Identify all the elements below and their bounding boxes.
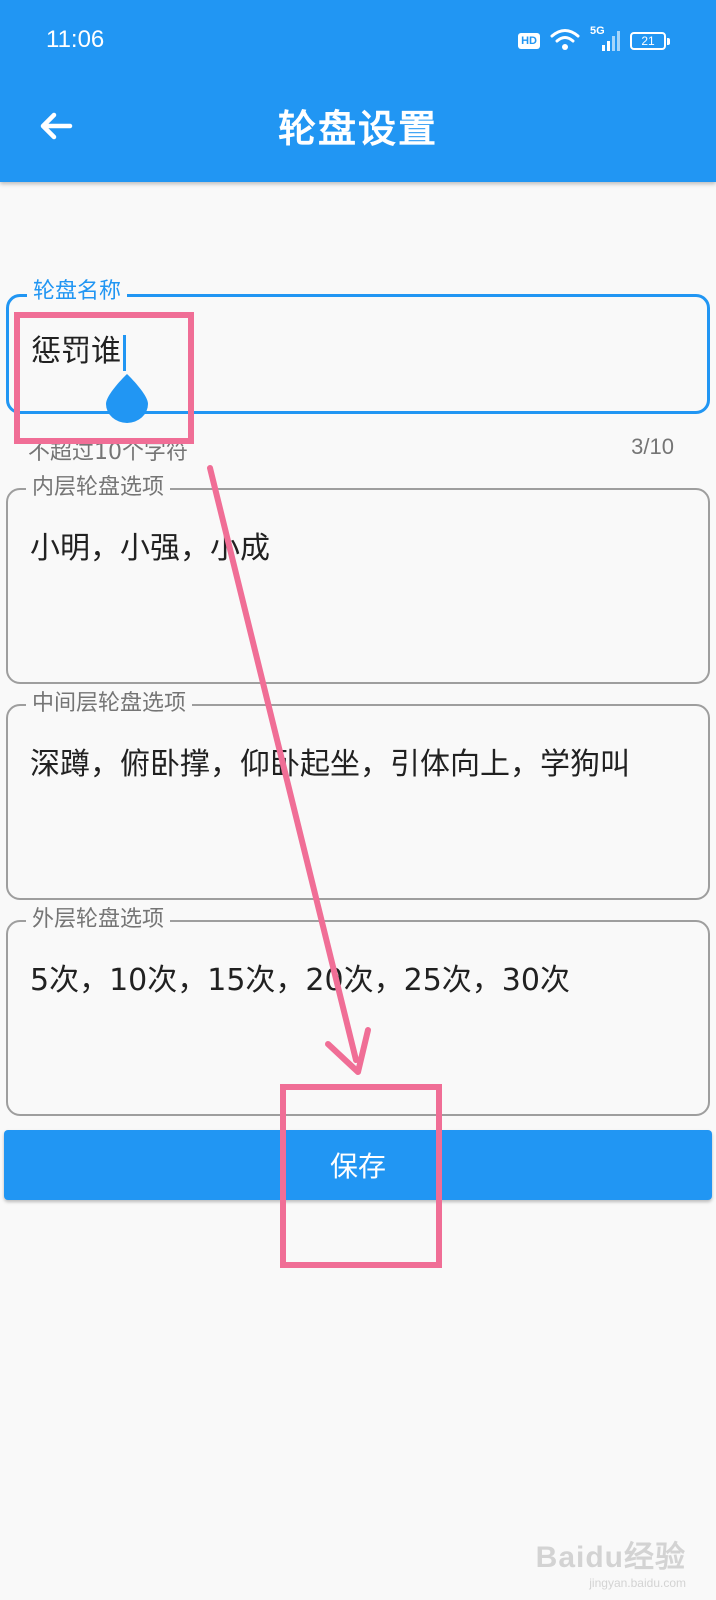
- cellular-signal-icon: 5G: [590, 25, 620, 53]
- middle-options-field[interactable]: 中间层轮盘选项 深蹲，俯卧撑，仰卧起坐，引体向上，学狗叫: [6, 689, 710, 900]
- caret-handle-icon[interactable]: [104, 372, 150, 424]
- inner-options-input[interactable]: 小明，小强，小成: [30, 526, 680, 572]
- middle-options-label: 中间层轮盘选项: [26, 689, 193, 719]
- watermark-url: jingyan.baidu.com: [589, 1576, 686, 1590]
- status-bar: 11:06 HD 5G 21: [0, 0, 716, 82]
- wheel-name-input[interactable]: 惩罚谁: [31, 329, 679, 375]
- app-bar: 11:06 HD 5G 21 轮盘设置: [0, 0, 716, 182]
- watermark-logo: Baidu经验: [535, 1541, 686, 1574]
- inner-options-field[interactable]: 内层轮盘选项 小明，小强，小成: [6, 473, 710, 684]
- text-caret: [123, 334, 126, 371]
- outer-options-field[interactable]: 外层轮盘选项 5次，10次，15次，20次，25次，30次: [6, 905, 710, 1116]
- wheel-name-counter: 3/10: [631, 434, 674, 459]
- outer-options-input[interactable]: 5次，10次，15次，20次，25次，30次: [30, 958, 680, 1004]
- inner-options-label: 内层轮盘选项: [26, 473, 171, 503]
- baidu-jingyan-watermark: Baidu经验 jingyan.baidu.com: [536, 1532, 686, 1590]
- wifi-icon: [550, 28, 580, 54]
- status-icons: HD 5G 21: [518, 25, 670, 54]
- wheel-name-value: 惩罚谁: [31, 334, 121, 369]
- save-button[interactable]: 保存: [4, 1130, 712, 1200]
- wheel-name-label: 轮盘名称: [27, 277, 128, 307]
- middle-options-input[interactable]: 深蹲，俯卧撑，仰卧起坐，引体向上，学狗叫: [30, 742, 680, 788]
- wheel-name-helper: 不超过10个字符: [28, 440, 188, 465]
- battery-icon: 21: [630, 32, 670, 50]
- page-title: 轮盘设置: [277, 107, 438, 151]
- hd-icon: HD: [518, 33, 540, 49]
- status-time: 11:06: [46, 26, 105, 53]
- outer-options-label: 外层轮盘选项: [26, 905, 171, 935]
